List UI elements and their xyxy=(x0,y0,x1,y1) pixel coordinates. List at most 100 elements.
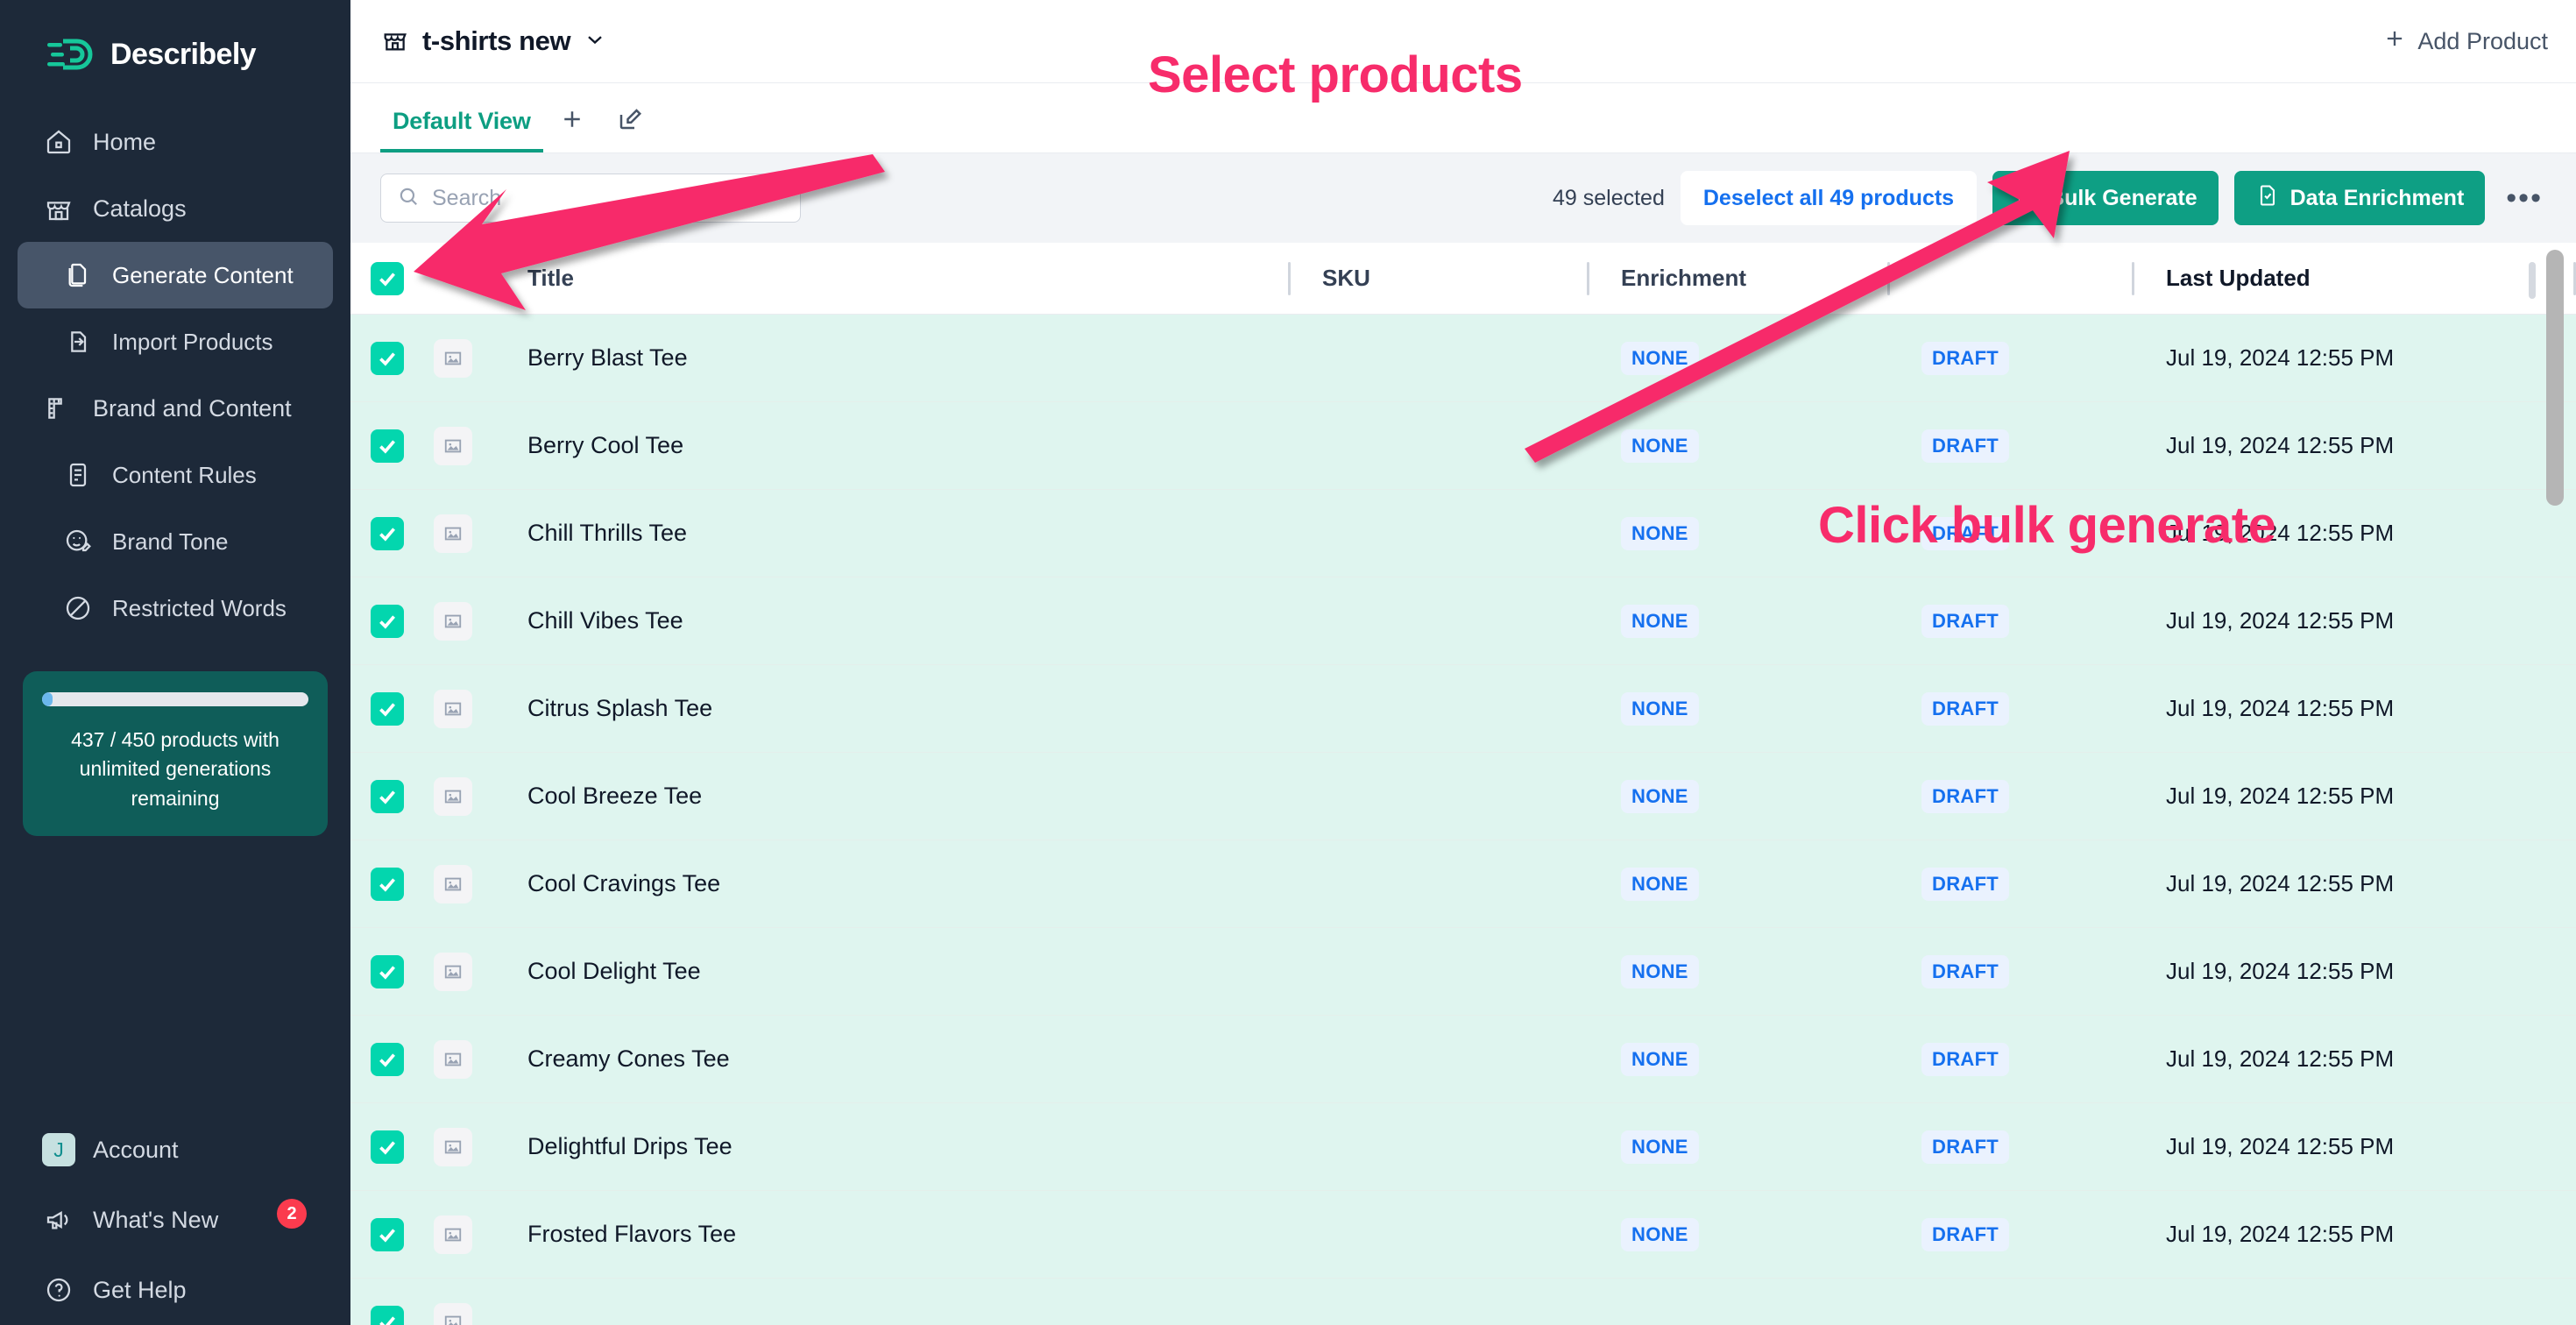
select-all-checkbox[interactable] xyxy=(371,261,404,295)
search-box[interactable] xyxy=(380,174,801,223)
sidebar-item-account[interactable]: J Account xyxy=(18,1115,333,1185)
row-thumbnail-cell xyxy=(424,601,482,641)
row-checkbox[interactable] xyxy=(371,1217,404,1251)
product-image-placeholder-icon xyxy=(434,514,472,553)
table-row[interactable] xyxy=(350,1279,2576,1325)
cell-last-updated: Jul 19, 2024 12:55 PM xyxy=(2166,432,2395,458)
row-select-cell xyxy=(350,1130,424,1164)
avatar-letter: J xyxy=(42,1133,75,1166)
table-row[interactable]: Berry Cool Tee NONE DRAFT Jul 19, 2024 12:5… xyxy=(350,402,2576,490)
product-image-placeholder-icon xyxy=(434,601,472,641)
row-checkbox[interactable] xyxy=(371,516,404,550)
row-select-cell xyxy=(350,604,424,638)
edit-view-button[interactable] xyxy=(601,106,659,152)
table-row[interactable]: Cool Delight Tee NONE DRAFT Jul 19, 2024 12… xyxy=(350,928,2576,1016)
column-divider[interactable] xyxy=(1887,261,1890,295)
cell-enrichment: NONE xyxy=(1589,691,1887,726)
cell-enrichment: NONE xyxy=(1589,341,1887,375)
column-header-enrichment[interactable]: Enrichment xyxy=(1589,265,1887,292)
cell-last-updated: Jul 19, 2024 12:55 PM xyxy=(2166,1133,2395,1159)
cell-last-updated: Jul 19, 2024 12:55 PM xyxy=(2166,958,2395,984)
store-icon xyxy=(44,194,74,223)
deselect-all-button[interactable]: Deselect all 49 products xyxy=(1680,171,1978,225)
row-checkbox[interactable] xyxy=(371,429,404,463)
status-badge: DRAFT xyxy=(1921,1130,2010,1164)
row-checkbox[interactable] xyxy=(371,604,404,638)
brand-logo-area[interactable]: Describely xyxy=(0,0,350,84)
sidebar-item-label: What's New xyxy=(93,1206,219,1233)
status-badge: DRAFT xyxy=(1921,516,2010,550)
sidebar-bottom-nav: J Account What's New 2 Get Help xyxy=(0,1115,350,1325)
usage-separator: / xyxy=(110,728,117,751)
scrollbar-thumb[interactable] xyxy=(2546,250,2564,506)
row-checkbox[interactable] xyxy=(371,1305,404,1325)
sidebar-item-brand-and-content[interactable]: Brand and Content xyxy=(18,375,333,442)
table-row[interactable]: Chill Thrills Tee NONE DRAFT Jul 19, 2024 1… xyxy=(350,490,2576,577)
enrichment-badge: NONE xyxy=(1621,429,1699,463)
table-body: Berry Blast Tee NONE DRAFT Jul 19, 2024 12:… xyxy=(350,315,2576,1325)
table-row[interactable]: Berry Blast Tee NONE DRAFT Jul 19, 2024 12:… xyxy=(350,315,2576,402)
header-scrollbar[interactable] xyxy=(2529,262,2536,299)
table-row[interactable]: Chill Vibes Tee NONE DRAFT Jul 19, 2024 12:… xyxy=(350,577,2576,665)
sidebar-item-generate-content[interactable]: Generate Content xyxy=(18,242,333,308)
data-enrichment-button[interactable]: Data Enrichment xyxy=(2233,171,2486,225)
table-row[interactable]: Delightful Drips Tee NONE DRAFT Jul 19, 202… xyxy=(350,1103,2576,1191)
cell-last-updated: Jul 19, 2024 12:55 PM xyxy=(2166,520,2395,546)
product-image-placeholder-icon xyxy=(434,952,472,991)
view-tabs: Default View xyxy=(350,83,2576,153)
sidebar-item-import-products[interactable]: Import Products xyxy=(18,308,333,375)
sidebar-item-catalogs[interactable]: Catalogs xyxy=(18,175,333,242)
cell-status: DRAFT xyxy=(1890,867,2132,901)
add-product-button[interactable]: Add Product xyxy=(2382,26,2548,57)
cell-title: Berry Blast Tee xyxy=(527,344,688,371)
sidebar-item-home[interactable]: Home xyxy=(18,109,333,175)
row-checkbox[interactable] xyxy=(371,867,404,901)
add-view-button[interactable] xyxy=(543,106,601,152)
tab-default-view[interactable]: Default View xyxy=(380,108,543,152)
row-checkbox[interactable] xyxy=(371,954,404,988)
bulk-generate-button[interactable]: Bulk Generate xyxy=(1992,171,2219,225)
row-checkbox[interactable] xyxy=(371,341,404,375)
enrichment-badge: NONE xyxy=(1621,954,1699,988)
data-enrichment-label: Data Enrichment xyxy=(2289,185,2465,210)
sidebar-item-label: Account xyxy=(93,1136,179,1163)
status-badge: DRAFT xyxy=(1921,341,2010,375)
table-row[interactable]: Citrus Splash Tee NONE DRAFT Jul 19, 2024 1… xyxy=(350,665,2576,753)
products-table: Title SKU Enrichment Last Updated Berry … xyxy=(350,243,2576,1325)
sidebar-item-restricted-words[interactable]: Restricted Words xyxy=(18,575,333,641)
column-header-sku[interactable]: SKU xyxy=(1291,265,1587,292)
row-checkbox[interactable] xyxy=(371,1130,404,1164)
sidebar-item-content-rules[interactable]: Content Rules xyxy=(18,442,333,508)
more-options-button[interactable]: ••• xyxy=(2501,183,2548,213)
sidebar-item-whats-new[interactable]: What's New 2 xyxy=(18,1185,333,1255)
column-header-last-updated[interactable]: Last Updated xyxy=(2134,265,2573,292)
usage-text: 437 / 450 products with unlimited genera… xyxy=(42,726,308,813)
topbar: t-shirts new Add Product xyxy=(350,0,2576,83)
cell-status: DRAFT xyxy=(1890,1042,2132,1076)
search-input[interactable] xyxy=(432,185,784,211)
status-badge: DRAFT xyxy=(1921,429,2010,463)
search-icon xyxy=(397,185,420,212)
cell-status: DRAFT xyxy=(1890,429,2132,463)
plus-icon xyxy=(559,106,585,137)
row-checkbox[interactable] xyxy=(371,691,404,726)
status-badge: 2 xyxy=(277,1199,307,1229)
document-check-icon xyxy=(2255,183,2280,214)
row-thumbnail-cell xyxy=(424,338,482,378)
enrichment-badge: NONE xyxy=(1621,1217,1699,1251)
table-header-row: Title SKU Enrichment Last Updated xyxy=(350,243,2576,315)
catalog-selector[interactable]: t-shirts new xyxy=(380,25,607,59)
cell-last-updated: Jul 19, 2024 12:55 PM xyxy=(2166,344,2395,371)
row-checkbox[interactable] xyxy=(371,1042,404,1076)
sidebar-item-get-help[interactable]: Get Help xyxy=(18,1255,333,1325)
table-row[interactable]: Cool Breeze Tee NONE DRAFT Jul 19, 2024 12:… xyxy=(350,753,2576,840)
table-row[interactable]: Frosted Flavors Tee NONE DRAFT Jul 19, 2024… xyxy=(350,1191,2576,1279)
table-row[interactable]: Cool Cravings Tee NONE DRAFT Jul 19, 2024 1… xyxy=(350,840,2576,928)
column-header-title[interactable]: Title xyxy=(482,265,1288,292)
vertical-scrollbar[interactable] xyxy=(2546,250,2564,1279)
row-checkbox[interactable] xyxy=(371,779,404,813)
table-row[interactable]: Creamy Cones Tee NONE DRAFT Jul 19, 2024 12… xyxy=(350,1016,2576,1103)
cell-status: DRAFT xyxy=(1890,604,2132,638)
status-badge: DRAFT xyxy=(1921,779,2010,813)
sidebar-item-brand-tone[interactable]: Brand Tone xyxy=(18,508,333,575)
